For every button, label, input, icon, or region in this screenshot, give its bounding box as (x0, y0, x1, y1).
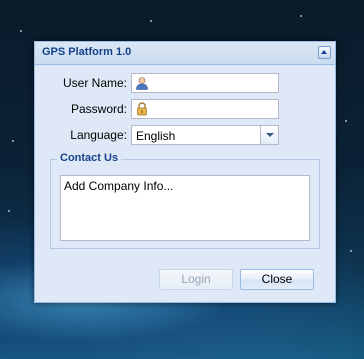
language-select[interactable]: English (131, 125, 279, 145)
contact-fieldset: Contact Us Add Company Info... (50, 152, 320, 249)
star (150, 20, 152, 22)
language-label: Language: (70, 128, 127, 142)
username-label: User Name: (62, 76, 127, 90)
login-button[interactable]: Login (159, 269, 233, 290)
contact-legend: Contact Us (57, 152, 122, 164)
chevron-down-icon[interactable] (260, 126, 278, 144)
contact-info-text: Add Company Info... (64, 179, 174, 193)
language-row: Language: English (35, 125, 335, 145)
username-row: User Name: (35, 73, 335, 93)
star (345, 120, 347, 122)
lock-icon (137, 102, 147, 116)
window-title: GPS Platform 1.0 (42, 46, 132, 58)
star (12, 140, 14, 142)
chevron-up-icon[interactable] (318, 46, 331, 59)
username-field[interactable] (131, 73, 279, 93)
window-titlebar[interactable]: GPS Platform 1.0 (35, 42, 335, 65)
close-button[interactable]: Close (240, 269, 314, 290)
star (350, 250, 352, 252)
user-icon (136, 77, 148, 90)
password-row: Password: (35, 99, 335, 119)
language-value: English (136, 129, 176, 143)
contact-info-textarea[interactable]: Add Company Info... (60, 175, 310, 241)
password-label: Password: (70, 102, 127, 116)
password-field[interactable] (131, 99, 279, 119)
star (20, 30, 22, 32)
star (300, 15, 302, 17)
star (8, 210, 10, 212)
login-window: GPS Platform 1.0 User Name: Password: La… (34, 41, 336, 303)
